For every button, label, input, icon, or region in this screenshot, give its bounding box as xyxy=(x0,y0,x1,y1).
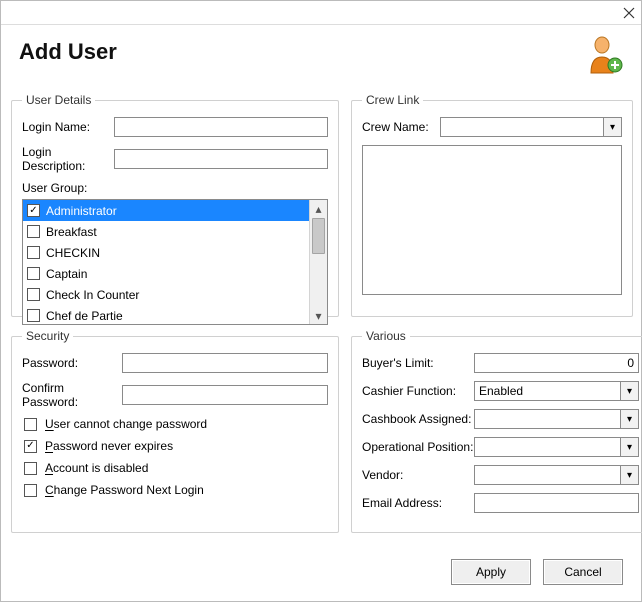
chevron-down-icon[interactable] xyxy=(620,410,638,428)
vendor-combo[interactable] xyxy=(474,465,639,485)
crew-preview-panel xyxy=(362,145,622,295)
checkbox-icon[interactable] xyxy=(24,440,37,453)
cashier-function-value: Enabled xyxy=(475,382,620,400)
password-input[interactable] xyxy=(122,353,328,373)
security-option-label: Account is disabled xyxy=(45,461,148,475)
security-option-label: User cannot change password xyxy=(45,417,207,431)
security-option-label: Password never expires xyxy=(45,439,173,453)
user-group-item-label: Check In Counter xyxy=(46,288,139,302)
user-group-item-label: CHECKIN xyxy=(46,246,100,260)
chevron-down-icon[interactable] xyxy=(620,438,638,456)
security-legend: Security xyxy=(22,329,73,343)
cashbook-assigned-label: Cashbook Assigned: xyxy=(362,412,474,426)
scroll-down-button[interactable]: ▾ xyxy=(310,307,327,324)
dialog-buttons: Apply Cancel xyxy=(451,559,623,585)
cashier-function-label: Cashier Function: xyxy=(362,384,474,398)
checkbox-icon[interactable] xyxy=(27,267,40,280)
close-icon[interactable] xyxy=(623,7,635,19)
security-option[interactable]: Account is disabled xyxy=(24,461,328,475)
scroll-up-button[interactable]: ▴ xyxy=(310,200,327,217)
add-user-icon xyxy=(587,35,623,78)
user-group-item[interactable]: Captain xyxy=(23,263,310,284)
user-details-group: User Details Login Name: Login Descripti… xyxy=(11,93,339,317)
email-input[interactable] xyxy=(474,493,639,513)
crew-name-value xyxy=(441,118,603,136)
apply-button[interactable]: Apply xyxy=(451,559,531,585)
login-name-input[interactable] xyxy=(114,117,328,137)
login-desc-label: Login Description: xyxy=(22,145,114,173)
chevron-down-icon[interactable] xyxy=(620,466,638,484)
security-group: Security Password: Confirm Password: Use… xyxy=(11,329,339,533)
various-legend: Various xyxy=(362,329,410,343)
user-group-item-label: Chef de Partie xyxy=(46,309,123,323)
confirm-password-input[interactable] xyxy=(122,385,328,405)
checkbox-icon[interactable] xyxy=(24,462,37,475)
chevron-down-icon[interactable] xyxy=(603,118,621,136)
user-group-label: User Group: xyxy=(22,181,328,195)
user-group-item-label: Captain xyxy=(46,267,87,281)
checkbox-icon[interactable] xyxy=(27,204,40,217)
window-titlebar xyxy=(1,1,641,25)
operational-position-label: Operational Position: xyxy=(362,440,474,454)
various-group: Various Buyer's Limit: Cashier Function:… xyxy=(351,329,642,533)
email-label: Email Address: xyxy=(362,496,474,510)
dialog-content: User Details Login Name: Login Descripti… xyxy=(11,93,631,541)
vendor-label: Vendor: xyxy=(362,468,474,482)
checkbox-icon[interactable] xyxy=(27,288,40,301)
user-group-item[interactable]: CHECKIN xyxy=(23,242,310,263)
user-group-item[interactable]: Breakfast xyxy=(23,221,310,242)
vendor-value xyxy=(475,466,620,484)
crew-name-label: Crew Name: xyxy=(362,120,440,134)
scroll-thumb[interactable] xyxy=(312,218,325,254)
crew-link-group: Crew Link Crew Name: xyxy=(351,93,633,317)
cashbook-assigned-combo[interactable] xyxy=(474,409,639,429)
crew-name-combo[interactable] xyxy=(440,117,622,137)
crew-link-legend: Crew Link xyxy=(362,93,423,107)
security-option[interactable]: User cannot change password xyxy=(24,417,328,431)
checkbox-icon[interactable] xyxy=(24,484,37,497)
operational-position-combo[interactable] xyxy=(474,437,639,457)
user-group-listbox[interactable]: Administrator Breakfast CHECKIN Captain Chec… xyxy=(22,199,328,325)
confirm-password-label: Confirm Password: xyxy=(22,381,122,409)
cashier-function-combo[interactable]: Enabled xyxy=(474,381,639,401)
chevron-down-icon[interactable] xyxy=(620,382,638,400)
security-option[interactable]: Password never expires xyxy=(24,439,328,453)
user-group-item[interactable]: Administrator xyxy=(23,200,310,221)
cancel-button[interactable]: Cancel xyxy=(543,559,623,585)
buyers-limit-input[interactable] xyxy=(474,353,639,373)
login-name-label: Login Name: xyxy=(22,120,114,134)
security-option-label: Change Password Next Login xyxy=(45,483,204,497)
security-option[interactable]: Change Password Next Login xyxy=(24,483,328,497)
checkbox-icon[interactable] xyxy=(24,418,37,431)
dialog-header: Add User xyxy=(1,25,641,71)
password-label: Password: xyxy=(22,356,122,370)
user-group-item-label: Breakfast xyxy=(46,225,97,239)
user-group-item[interactable]: Check In Counter xyxy=(23,284,310,305)
buyers-limit-label: Buyer's Limit: xyxy=(362,356,474,370)
login-desc-input[interactable] xyxy=(114,149,328,169)
checkbox-icon[interactable] xyxy=(27,246,40,259)
user-group-item[interactable]: Chef de Partie xyxy=(23,305,310,324)
user-group-item-label: Administrator xyxy=(46,204,117,218)
page-title: Add User xyxy=(19,39,623,65)
listbox-scrollbar[interactable]: ▴ ▾ xyxy=(309,200,327,324)
checkbox-icon[interactable] xyxy=(27,225,40,238)
user-details-legend: User Details xyxy=(22,93,95,107)
cashbook-assigned-value xyxy=(475,410,620,428)
checkbox-icon[interactable] xyxy=(27,309,40,322)
operational-position-value xyxy=(475,438,620,456)
